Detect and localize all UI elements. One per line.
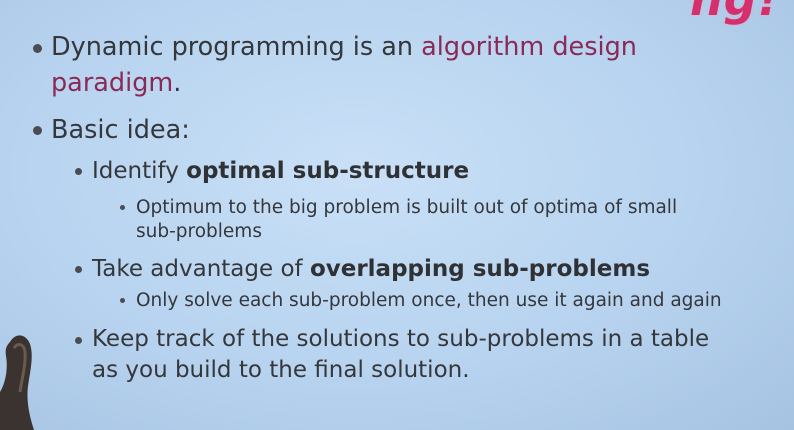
- bullet-keep-track-line1: Keep track of the solutions to sub-probl…: [92, 326, 710, 352]
- bullet-solve-once: Only solve each sub-problem once, then u…: [136, 290, 722, 311]
- bullet-dp-line2: paradigm.: [51, 65, 181, 101]
- overlap-prefix: Take advantage of: [92, 256, 310, 282]
- overlap-bold: overlapping sub-problems: [309, 256, 651, 282]
- bullet-optimal-substructure: Identify optimal sub-structure: [92, 156, 469, 187]
- bullet-dp-line1: Dynamic programming is an algorithm desi…: [51, 29, 637, 65]
- bullet-dot: [120, 205, 125, 210]
- optimal-bold: optimal sub-structure: [186, 158, 470, 184]
- bullet-dot: [33, 44, 42, 53]
- bullet-basic-idea: Basic idea:: [51, 115, 190, 145]
- bullet-dot: [75, 266, 82, 273]
- bullet-keep-track-line2: as you build to the final solution.: [92, 357, 470, 383]
- bullet-overlapping: Take advantage of overlapping sub-proble…: [92, 254, 650, 285]
- dp-accent-2: paradigm: [51, 68, 174, 98]
- bullet-optimum-line1: Optimum to the big problem is built out …: [136, 197, 678, 218]
- bullet-dot: [75, 168, 82, 175]
- dp-suffix: .: [173, 68, 182, 98]
- presenter-arm: [0, 335, 34, 430]
- corner-title-fragment: ng!: [690, 0, 780, 26]
- bullet-dot: [120, 298, 125, 303]
- dp-prefix: Dynamic programming is an: [51, 32, 422, 62]
- bullet-dot: [75, 337, 82, 344]
- optimal-prefix: Identify: [92, 158, 187, 184]
- bullet-dot: [33, 126, 42, 135]
- dp-accent: algorithm design: [421, 32, 637, 62]
- bullet-optimum-line2: sub-problems: [136, 221, 262, 242]
